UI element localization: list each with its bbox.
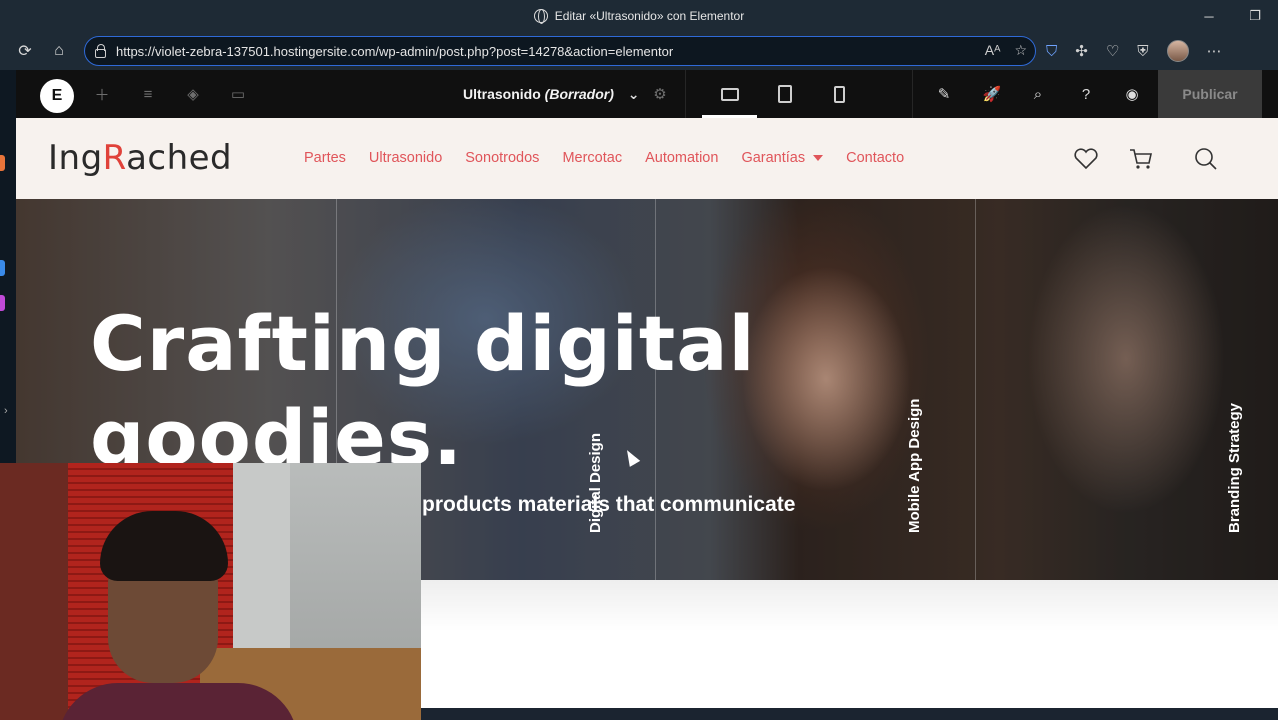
minimize-button[interactable]: ─	[1186, 0, 1232, 32]
help-icon[interactable]: ?	[1076, 84, 1096, 104]
cart-icon[interactable]	[1128, 147, 1154, 176]
site-logo[interactable]: IngRached	[48, 138, 232, 178]
document-title[interactable]: Ultrasonido (Borrador) ⌄	[463, 86, 640, 103]
lock-icon	[95, 43, 106, 58]
profile-avatar[interactable]	[1166, 40, 1189, 62]
tablet-view-button[interactable]	[757, 70, 812, 118]
preview-eye-icon[interactable]: ◉	[1122, 84, 1142, 104]
vertical-label-mobile-app-design: Mobile App Design	[906, 398, 923, 533]
structure-layers-icon[interactable]: ◈	[183, 84, 203, 104]
favorite-star-icon[interactable]: ☆	[1014, 42, 1027, 59]
window-title: Editar «Ultrasonido» con Elementor	[554, 9, 745, 23]
document-status: (Borrador)	[544, 86, 614, 102]
menu-item-garantias-label: Garantías	[741, 150, 806, 166]
edge-tab-orange	[0, 155, 5, 171]
left-edge-strip: ›	[0, 70, 16, 465]
menu-item-garantias[interactable]: Garantías	[741, 150, 824, 166]
desktop-view-button[interactable]	[702, 70, 757, 118]
vertical-label-digital-design: Digital Design	[587, 432, 604, 533]
column-divider	[975, 199, 976, 580]
edge-tab-purple	[0, 295, 5, 311]
heart-pulse-icon[interactable]: ♡	[1106, 42, 1119, 60]
chevron-down-icon[interactable]: ⌄	[628, 86, 640, 102]
window-controls: ─ ❐	[1186, 0, 1278, 32]
security-shield-icon[interactable]: ⛨	[1137, 43, 1148, 60]
page-settings-gear-icon[interactable]: ⚙	[650, 84, 670, 104]
read-aloud-icon[interactable]: Aᴬ	[985, 42, 1001, 59]
wishlist-heart-icon[interactable]	[1073, 147, 1099, 176]
address-bar-row: ⟳ ⌂ https://violet-zebra-137501.hostinge…	[0, 32, 1278, 70]
edge-tab-blue	[0, 260, 5, 276]
mobile-view-button[interactable]	[812, 70, 867, 118]
toolbar-separator	[685, 70, 686, 118]
globe-icon	[533, 9, 548, 24]
address-bar[interactable]: https://violet-zebra-137501.hostingersit…	[84, 36, 1036, 66]
elementor-logo-icon[interactable]: E	[40, 79, 74, 113]
add-element-icon[interactable]: ＋	[92, 84, 112, 104]
expand-chevron-icon[interactable]: ›	[4, 405, 8, 417]
publish-button[interactable]: Publicar	[1158, 70, 1262, 118]
maximize-button[interactable]: ❐	[1232, 0, 1278, 32]
webcam-shelf	[0, 463, 70, 720]
menu-item-automation[interactable]: Automation	[645, 150, 718, 166]
tablet-icon	[777, 85, 792, 103]
search-icon[interactable]	[1193, 147, 1219, 176]
menu-item-mercotac[interactable]: Mercotac	[562, 150, 622, 166]
settings-sliders-icon[interactable]: ≡	[138, 84, 158, 104]
more-options-icon[interactable]: ⋯	[1207, 42, 1222, 60]
logo-accent: R	[102, 138, 127, 178]
notes-icon[interactable]: ▭	[228, 84, 248, 104]
elementor-toolbar: E ＋ ≡ ◈ ▭ Ultrasonido (Borrador) ⌄ ⚙ ✎ 🚀…	[16, 70, 1278, 118]
menu-item-partes[interactable]: Partes	[304, 150, 346, 166]
webcam-overlay	[0, 463, 421, 720]
vertical-label-branding-strategy: Branding Strategy	[1226, 402, 1243, 533]
refresh-icon[interactable]: ⟳	[8, 34, 42, 68]
webcam-person-shirt	[58, 683, 298, 720]
logo-prefix: Ing	[48, 138, 103, 178]
toolbar-separator	[912, 70, 913, 118]
notifications-rocket-icon[interactable]: 🚀	[982, 84, 1002, 104]
logo-suffix: ached	[126, 138, 233, 178]
main-menu: Partes Ultrasonido Sonotrodos Mercotac A…	[304, 150, 927, 166]
shield-extension-icon[interactable]: ⛉	[1046, 43, 1057, 60]
url-text[interactable]: https://violet-zebra-137501.hostingersit…	[116, 44, 673, 59]
menu-item-ultrasonido[interactable]: Ultrasonido	[369, 150, 442, 166]
menu-item-contacto[interactable]: Contacto	[846, 150, 904, 166]
hero-headline: Crafting digital goodies.	[90, 297, 756, 485]
browser-extensions: ⛉ ✣ ♡ ⛨ ⋯	[1046, 32, 1222, 70]
puzzle-extension-icon[interactable]: ✣	[1075, 42, 1088, 60]
search-icon[interactable]: ⌕	[1028, 84, 1048, 104]
dropdown-caret-icon	[813, 155, 824, 162]
menu-item-sonotrodos[interactable]: Sonotrodos	[465, 150, 539, 166]
home-icon[interactable]: ⌂	[42, 34, 76, 68]
hero-subline: products materials that communicate	[422, 493, 796, 516]
mobile-icon	[834, 85, 845, 103]
document-name: Ultrasonido	[463, 86, 541, 102]
desktop-icon	[720, 87, 739, 101]
screen: Editar «Ultrasonido» con Elementor ─ ❐ ⟳…	[0, 0, 1278, 720]
ai-rocket-icon[interactable]: ✎	[934, 84, 954, 104]
hero-headline-line1: Crafting digital	[90, 299, 756, 388]
site-header: IngRached Partes Ultrasonido Sonotrodos …	[16, 118, 1278, 199]
browser-title-bar: Editar «Ultrasonido» con Elementor ─ ❐	[0, 0, 1278, 32]
